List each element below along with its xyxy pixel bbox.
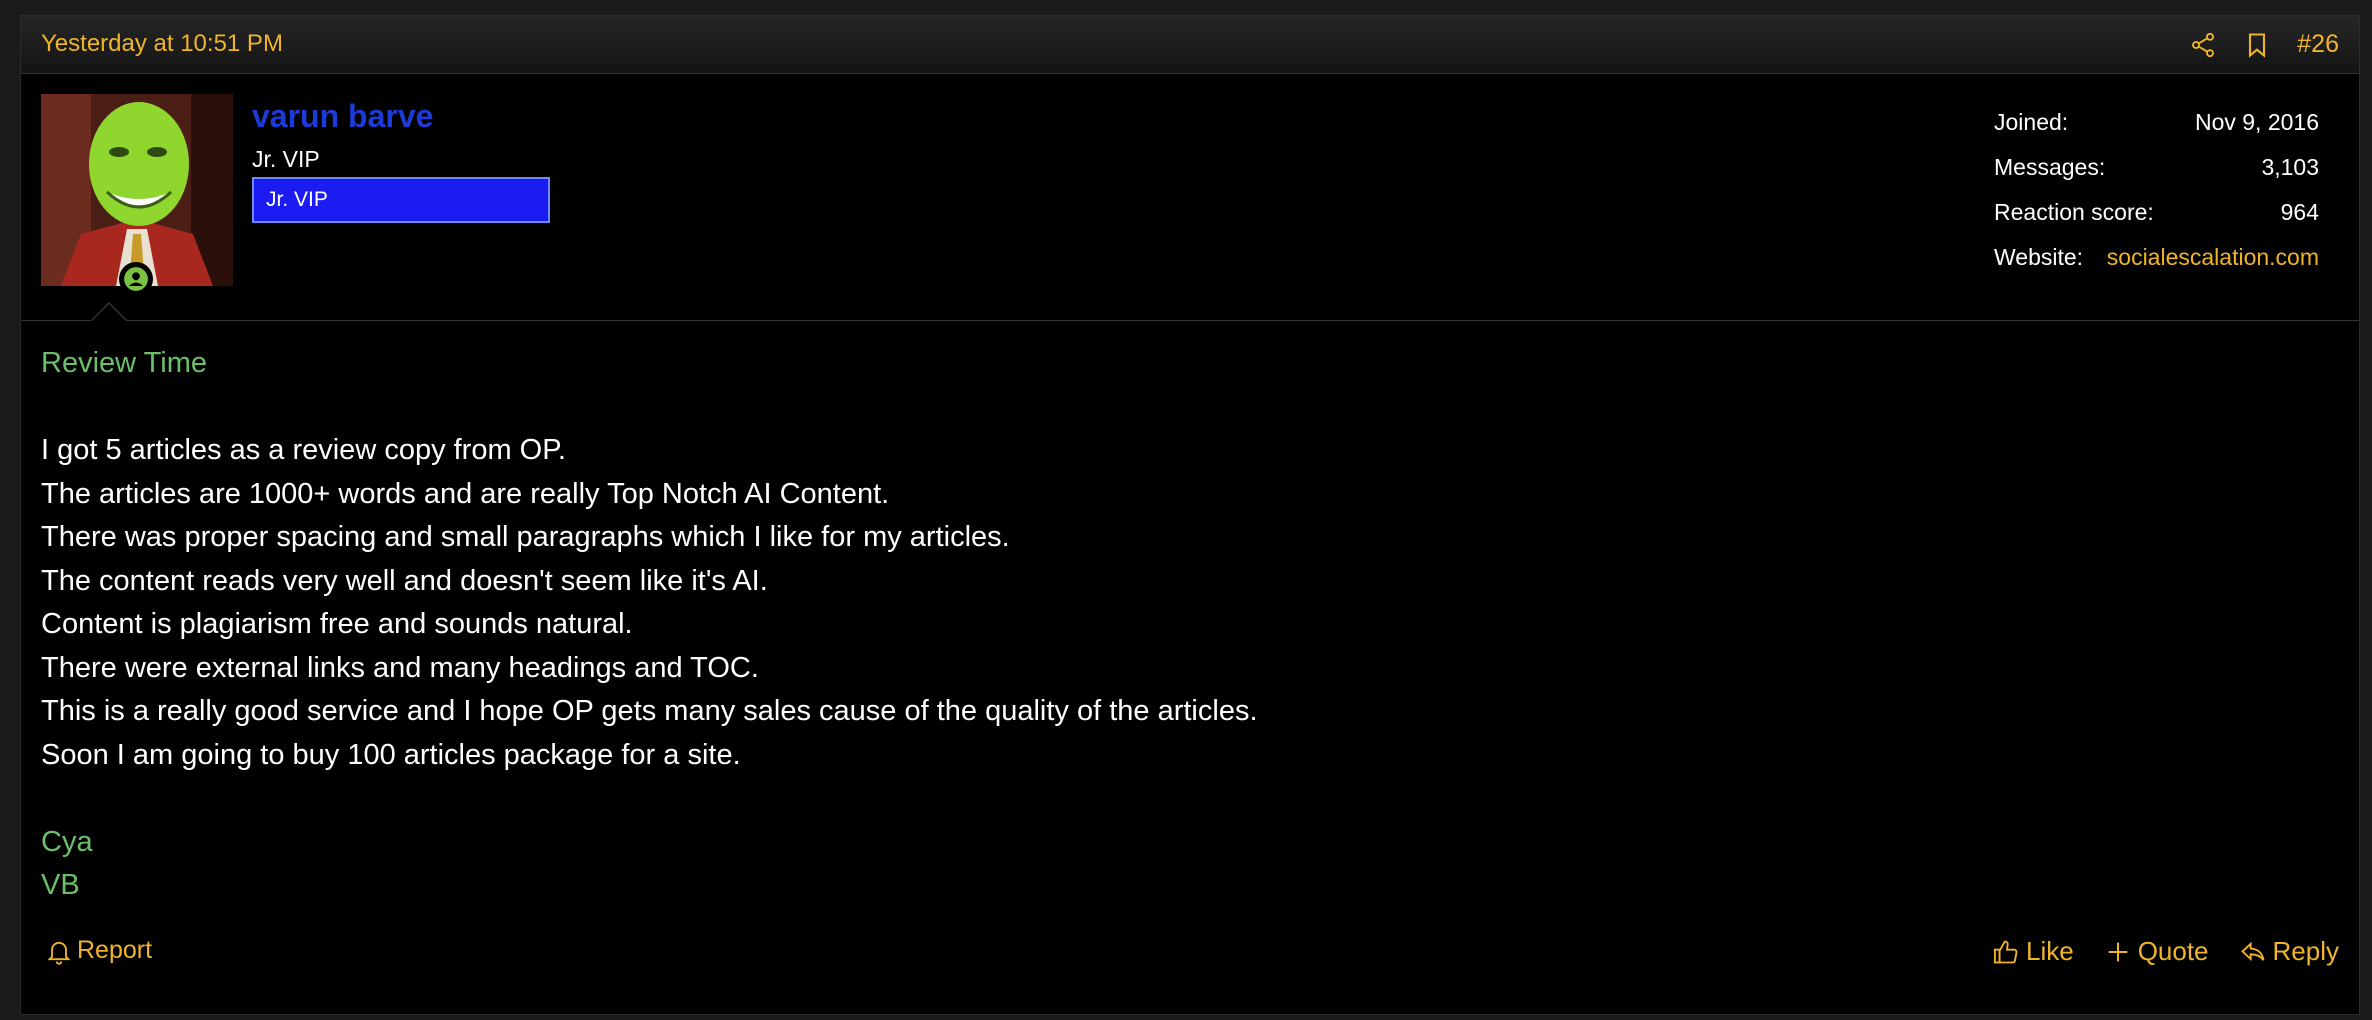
reply-label[interactable]: Reply — [2273, 936, 2339, 967]
stat-value: Nov 9, 2016 — [2194, 109, 2319, 135]
post-line: This is a really good service and I hope… — [41, 695, 1258, 727]
post-header: Yesterday at 10:51 PM #26 — [21, 16, 2359, 74]
post-heading: Review Time — [41, 347, 207, 379]
post-header-actions: #26 — [2189, 16, 2339, 73]
report-button[interactable]: Report — [45, 936, 152, 965]
post-body: Review Time I got 5 articles as a review… — [41, 342, 2321, 908]
stat-row-joined: Joined: Nov 9, 2016 — [1994, 100, 2319, 145]
website-link[interactable]: socialescalation.com — [2107, 235, 2319, 280]
quote-label[interactable]: Quote — [2138, 936, 2209, 967]
stat-label: Joined: — [1994, 109, 2069, 135]
post-date[interactable]: Yesterday at 10:51 PM — [41, 30, 283, 58]
user-pointer-arrow — [91, 302, 127, 321]
post-line: There were external links and many headi… — [41, 651, 759, 684]
stat-value: 964 — [2280, 199, 2319, 225]
like-button[interactable]: Like — [1992, 936, 2074, 967]
stat-row-website: Website: socialescalation.com — [1994, 235, 2319, 280]
signoff-line: Cya — [41, 825, 93, 858]
share-icon[interactable] — [2189, 31, 2217, 59]
avatar[interactable] — [41, 94, 233, 286]
thumbs-up-icon — [1993, 940, 2018, 963]
user-title: Jr. VIP — [252, 146, 320, 172]
plus-icon — [2108, 942, 2128, 961]
bell-icon — [47, 941, 71, 965]
report-label[interactable]: Report — [77, 936, 152, 965]
user-stats: Joined: Nov 9, 2016 Messages: 3,103 Reac… — [1994, 100, 2319, 280]
post-line: Soon I am going to buy 100 articles pack… — [41, 738, 741, 771]
forum-post: Yesterday at 10:51 PM #26 varun barve Jr… — [20, 15, 2360, 1015]
quote-button[interactable]: Quote — [2104, 936, 2209, 967]
post-line: The content reads very well and doesn't … — [41, 564, 768, 597]
post-line: There was proper spacing and small parag… — [41, 521, 1010, 553]
online-status-icon — [119, 262, 153, 296]
stat-label: Reaction score: — [1994, 199, 2154, 225]
stat-row-messages: Messages: 3,103 — [1994, 145, 2319, 190]
stat-label[interactable]: Messages: — [1994, 145, 2105, 190]
bookmark-icon[interactable] — [2243, 31, 2271, 59]
stat-label: Website: — [1994, 244, 2084, 270]
post-line: The articles are 1000+ words and are rea… — [41, 477, 890, 510]
reply-arrow-icon — [2240, 941, 2264, 961]
post-number-link[interactable]: #26 — [2297, 30, 2339, 59]
signoff-line: VB — [41, 869, 80, 901]
post-actions: Like Quote Reply — [1992, 936, 2339, 967]
username-link[interactable]: varun barve — [252, 98, 433, 135]
post-line: I got 5 articles as a review copy from O… — [41, 434, 566, 466]
post-line: Content is plagiarism free and sounds na… — [41, 608, 633, 640]
reply-button[interactable]: Reply — [2239, 936, 2339, 967]
stat-value[interactable]: 3,103 — [2261, 145, 2319, 190]
stat-row-reaction-score: Reaction score: 964 — [1994, 190, 2319, 235]
post-divider — [21, 320, 2359, 321]
user-banner: Jr. VIP — [252, 177, 550, 223]
like-label[interactable]: Like — [2026, 936, 2074, 967]
